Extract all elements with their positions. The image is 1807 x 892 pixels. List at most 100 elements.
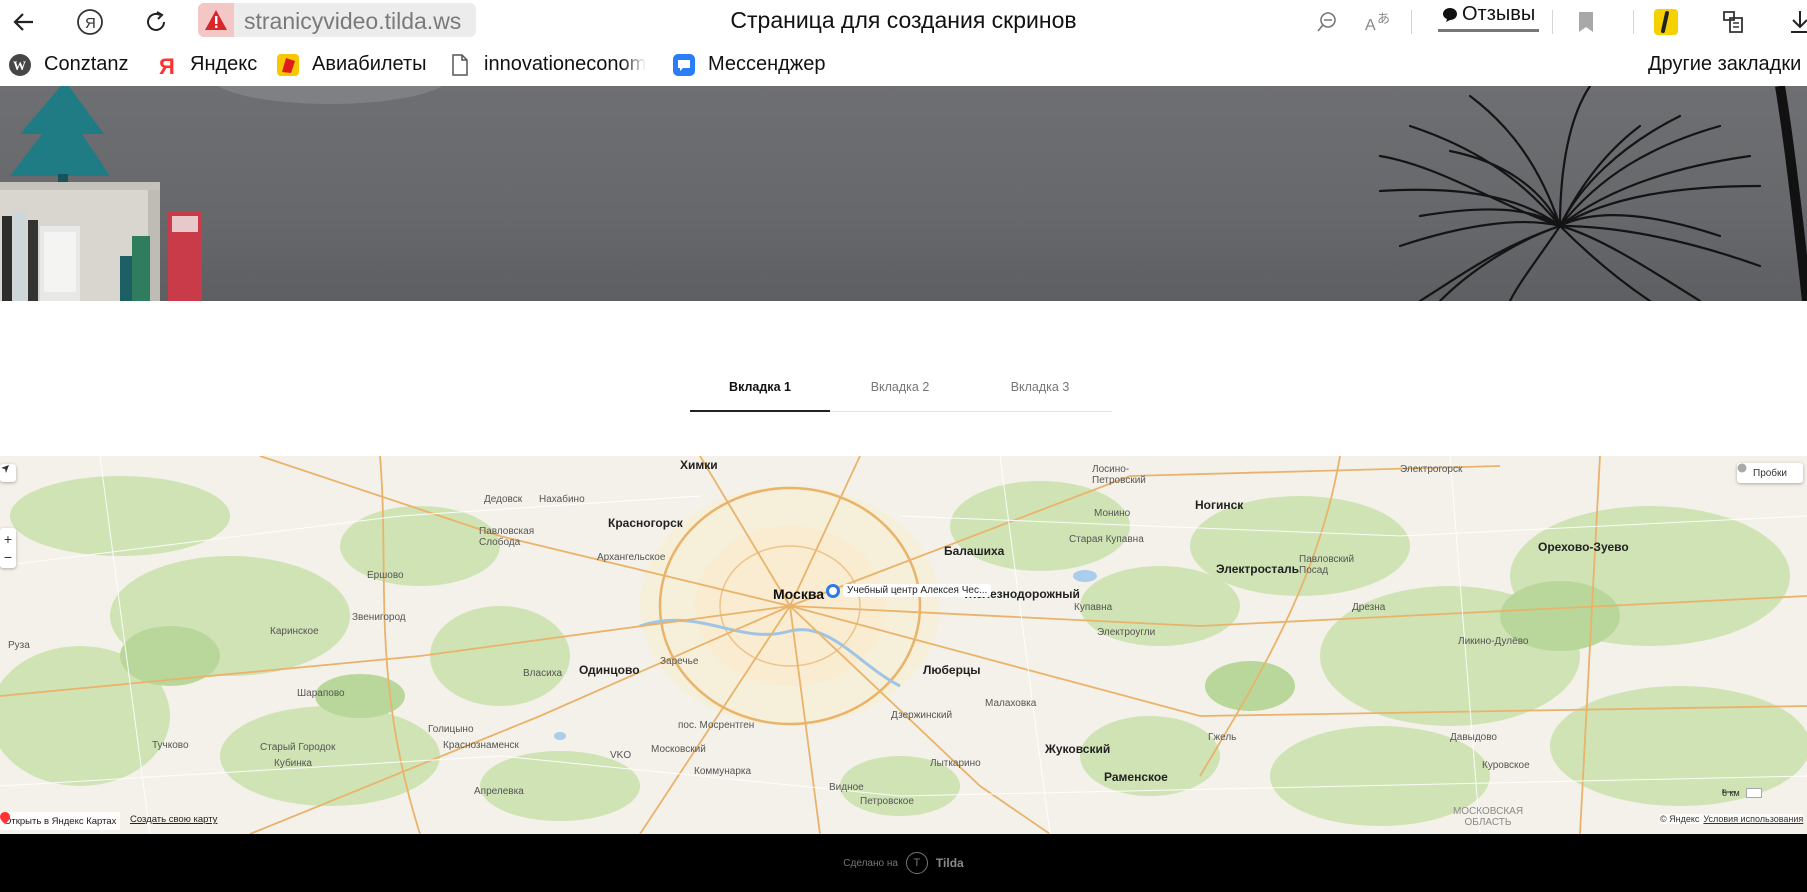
map-label: Красногорск [608, 516, 683, 530]
map-label: Нахабино [539, 494, 585, 505]
map[interactable]: + − Пробки Химки Красногорск Москва Бала… [0, 456, 1807, 834]
open-in-yandex-maps[interactable]: Открыть в Яндекс Картах [4, 816, 116, 827]
bookmark-label: Авиабилеты [312, 53, 427, 75]
copyright-label: © Яндекс [1660, 814, 1700, 824]
warning-icon[interactable] [198, 3, 234, 37]
tab-1[interactable]: Вкладка 1 [690, 362, 830, 412]
download-icon[interactable] [1782, 4, 1807, 40]
map-label: Электрогорск [1400, 464, 1463, 475]
map-label: Шарапово [297, 688, 345, 699]
map-label: Звенигород [352, 612, 406, 623]
map-label: Краснознаменск [443, 740, 519, 751]
other-bookmarks[interactable]: Другие закладки [1648, 43, 1801, 86]
bookmark-label: Conztanz [44, 53, 129, 75]
bookmark-yandex[interactable]: Я Яндекс [154, 43, 257, 86]
tilda-badge[interactable]: Сделано на T Tilda [0, 852, 1807, 874]
map-label: Павловская Слобода [479, 526, 535, 548]
map-pin-label[interactable]: Учебный центр Алексея Чес... [843, 584, 992, 597]
yandex-music-icon[interactable] [1648, 4, 1684, 40]
map-label: Власиха [523, 668, 563, 679]
hero-image [0, 86, 1807, 301]
svg-text:Я: Я [159, 54, 175, 77]
map-label: Дедовск [484, 494, 523, 505]
map-label: Люберцы [923, 663, 981, 677]
create-map-link[interactable]: Создать свою карту [130, 814, 217, 825]
svg-text:W: W [13, 58, 26, 73]
zoom-out-icon[interactable] [1309, 4, 1345, 40]
reload-icon[interactable] [138, 4, 174, 40]
map-label: Давыдово [1450, 732, 1497, 743]
bookmark-aviabilety[interactable]: Авиабилеты [276, 43, 427, 86]
zoom-control[interactable]: + − [0, 528, 16, 568]
traffic-label: Пробки [1753, 467, 1787, 479]
bookmark-label: innovationeconom [484, 53, 647, 75]
map-label: Ершово [367, 570, 404, 581]
bookmarks-bar: W Conztanz Я Яндекс Авиабилеты innovatio… [0, 43, 1807, 86]
map-label: Московский [651, 744, 706, 755]
terms-link[interactable]: Условия использования [1703, 814, 1803, 824]
map-label: Монино [1094, 508, 1131, 519]
map-label: Орехово-Зуево [1538, 540, 1629, 554]
tabs: Вкладка 1 Вкладка 2 Вкладка 3 [690, 362, 1112, 412]
tab-2[interactable]: Вкладка 2 [830, 362, 970, 412]
zoom-in-icon[interactable]: + [4, 530, 12, 548]
map-label: Голицыно [428, 724, 474, 735]
browser-toolbar: Я stranicyvideo.tilda.ws Страница для со… [0, 0, 1807, 43]
map-tiles[interactable] [0, 456, 1807, 834]
reader-icon[interactable] [1716, 4, 1752, 40]
map-label: Видное [829, 782, 864, 793]
location-arrow-icon [1, 465, 9, 473]
translate-icon[interactable]: Aあ [1360, 4, 1396, 40]
svg-text:Я: Я [85, 15, 96, 32]
tilda-brand: Tilda [935, 856, 964, 870]
bookmark-conztanz[interactable]: W Conztanz [8, 43, 129, 86]
map-label: Каринское [270, 626, 319, 637]
traffic-button[interactable]: Пробки [1737, 463, 1803, 483]
map-label: Архангельское [597, 552, 666, 563]
map-marker-icon [0, 812, 10, 824]
map-label: VKO [610, 750, 632, 761]
tab-3[interactable]: Вкладка 3 [970, 362, 1110, 412]
map-label: Одинцово [579, 663, 640, 677]
map-copyright: © Яндекс Условия использования [1660, 814, 1804, 824]
messenger-icon [672, 53, 696, 77]
map-label: Малаховка [985, 698, 1037, 709]
map-label: Петровское [860, 796, 914, 807]
geolocation-button[interactable] [0, 464, 16, 482]
map-label: Апрелевка [474, 786, 524, 797]
zoom-out-icon[interactable]: − [4, 548, 12, 566]
other-bookmarks-label: Другие закладки [1648, 53, 1802, 75]
map-open-link[interactable]: Открыть в Яндекс Картах [0, 812, 121, 830]
ruler-icon[interactable] [1745, 788, 1762, 798]
map-label: Лосино-Петровский [1092, 464, 1146, 486]
back-icon[interactable] [6, 4, 42, 40]
url-text[interactable]: stranicyvideo.tilda.ws [244, 8, 461, 35]
page-icon [448, 53, 472, 77]
map-label: Павловский Посад [1299, 554, 1355, 576]
chat-bubble-icon [1443, 7, 1457, 22]
map-label: Балашиха [944, 544, 1005, 558]
map-label: Старый Городок [260, 742, 336, 753]
map-pin-icon[interactable] [826, 584, 840, 598]
reviews-button[interactable]: Отзывы [1438, 2, 1540, 32]
map-label: Коммунарка [694, 766, 752, 777]
map-label: Куровское [1482, 760, 1530, 771]
svg-text:A: A [1365, 17, 1376, 34]
bookmark-innovationeconom[interactable]: innovationeconom [448, 43, 646, 86]
map-label: Кубинка [274, 758, 312, 769]
map-label: пос. Мосрентген [678, 720, 755, 731]
yandex-icon[interactable]: Я [72, 4, 108, 40]
footer: Сделано на T Tilda [0, 834, 1807, 892]
map-label: Ногинск [1195, 498, 1244, 512]
map-label: Лыткарино [930, 758, 981, 769]
bookmark-messenger[interactable]: Мессенджер [672, 43, 825, 86]
map-label: Дзержинский [891, 710, 953, 721]
bookmark-icon[interactable] [1568, 4, 1604, 40]
map-label: Химки [680, 458, 718, 472]
map-label: Дрезна [1352, 602, 1386, 613]
svg-text:あ: あ [1377, 11, 1390, 26]
map-label: Ликино-Дулёво [1458, 636, 1529, 647]
map-label: Москва [773, 586, 825, 602]
traffic-icon [1737, 463, 1747, 473]
bookmark-label: Мессенджер [708, 53, 826, 75]
